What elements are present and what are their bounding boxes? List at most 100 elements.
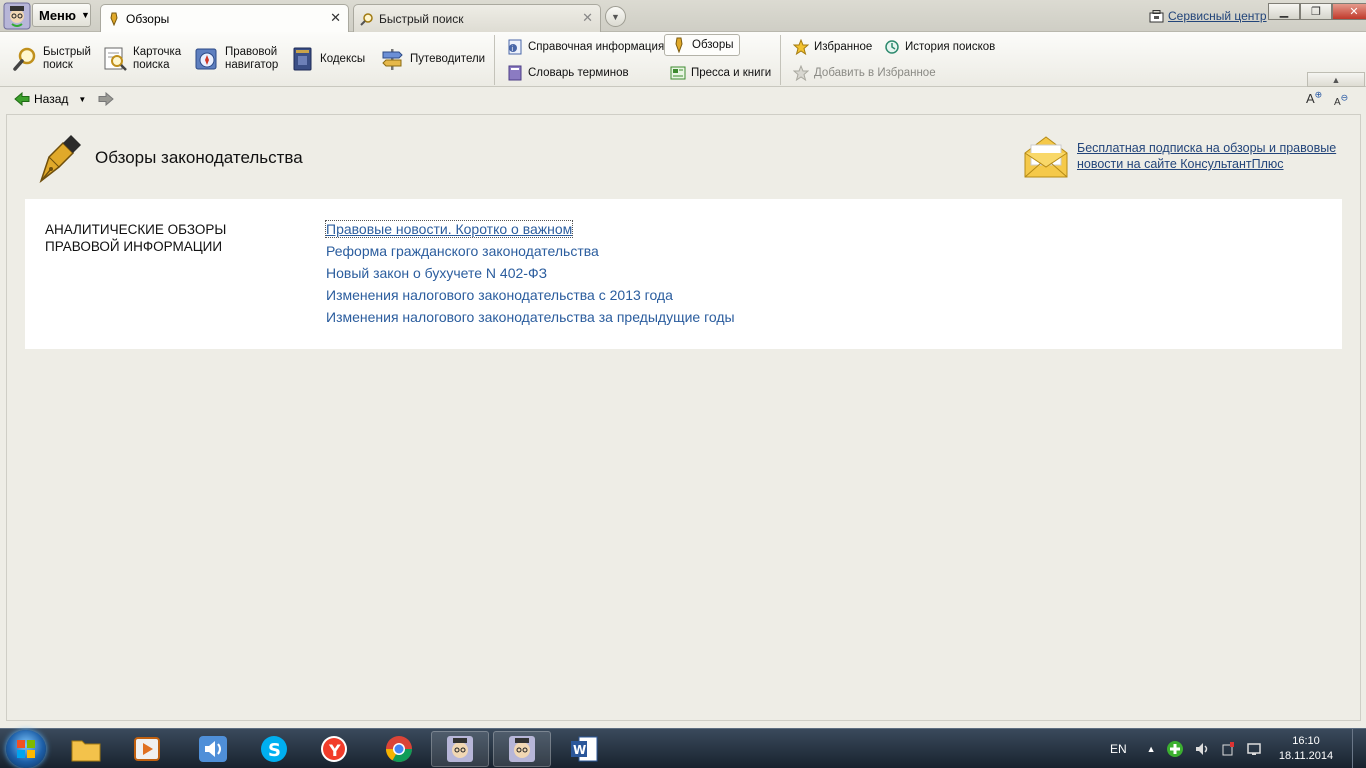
taskbar-media-player[interactable] xyxy=(118,731,176,767)
guides-button[interactable]: Путеводители xyxy=(379,46,485,72)
compass-icon xyxy=(195,48,217,70)
code-book-icon xyxy=(293,47,312,71)
toolbar-separator xyxy=(780,35,781,85)
list-item: Изменения налогового законодательства за… xyxy=(326,309,735,331)
reference-info-button[interactable]: i Справочная информация xyxy=(507,39,664,55)
section-label: АНАЛИТИЧЕСКИЕ ОБЗОРЫ ПРАВОВОЙ ИНФОРМАЦИИ xyxy=(45,222,227,254)
envelope-icon[interactable] xyxy=(1023,133,1069,179)
minimize-button[interactable]: ▁ xyxy=(1268,3,1300,20)
taskbar-word[interactable]: W xyxy=(555,731,613,767)
toolbar-label: Пресса и книги xyxy=(691,66,772,79)
review-link-tax-previous[interactable]: Изменения налогового законодательства за… xyxy=(326,309,735,325)
chevron-down-icon: ▼ xyxy=(81,10,90,20)
start-button[interactable] xyxy=(6,730,46,768)
toolbar-label: Кодексы xyxy=(320,52,366,65)
taskbar-volume-app[interactable] xyxy=(184,731,242,767)
toolbar-label: История поисков xyxy=(905,40,996,53)
clock-time: 16:10 xyxy=(1292,735,1320,747)
service-center-label: Сервисный центр xyxy=(1168,9,1267,23)
font-decrease-icon: A⊖ xyxy=(1334,93,1349,109)
favorites-button[interactable]: Избранное xyxy=(793,39,872,55)
show-desktop-button[interactable] xyxy=(1352,729,1366,768)
toolbar-label: Добавить в Избранное xyxy=(814,66,936,79)
action-center-icon[interactable] xyxy=(1246,741,1262,757)
toolbar-label: Избранное xyxy=(814,40,873,53)
list-item: Правовые новости. Коротко о важном xyxy=(324,220,735,243)
list-item: Новый закон о бухучете N 402-ФЗ xyxy=(326,265,735,287)
legal-navigator-button[interactable]: Правовой навигатор xyxy=(194,46,285,72)
navigation-row: Назад ▼ A⊕ A⊖ xyxy=(0,87,1366,113)
glossary-button[interactable]: Словарь терминов xyxy=(507,65,629,81)
subscription-link[interactable]: Бесплатная подписка на обзоры и правовые… xyxy=(1077,140,1347,172)
chrome-icon xyxy=(385,736,413,763)
review-link-legal-news[interactable]: Правовые новости. Коротко о важном xyxy=(324,220,574,238)
network-icon[interactable] xyxy=(1220,741,1236,757)
windows-taskbar: S Y W EN ▲ 16:10 18.11.2014 xyxy=(0,728,1366,768)
service-center-link[interactable]: Сервисный центр xyxy=(1149,9,1267,23)
increase-font-button[interactable]: A⊕ xyxy=(1306,90,1326,108)
minimize-icon: ▁ xyxy=(1279,6,1289,18)
press-books-button[interactable]: Пресса и книги xyxy=(670,65,771,81)
windows-logo-icon xyxy=(17,740,35,758)
show-hidden-icons-icon[interactable]: ▲ xyxy=(1147,744,1156,754)
consultant-plus-logo-icon[interactable] xyxy=(3,2,31,30)
decrease-font-button[interactable]: A⊖ xyxy=(1334,90,1354,108)
close-icon[interactable]: ✕ xyxy=(330,10,341,26)
maximize-button[interactable]: ❐ xyxy=(1300,3,1332,20)
close-window-button[interactable]: ✕ xyxy=(1332,3,1366,20)
close-icon: ✕ xyxy=(1349,6,1359,18)
green-plus-icon[interactable] xyxy=(1166,740,1184,758)
taskbar-yandex-browser[interactable]: Y xyxy=(305,731,363,767)
reference-book-icon: i xyxy=(508,39,522,55)
quick-search-button[interactable]: Быстрый поиск xyxy=(12,46,93,72)
taskbar-consultant-plus-1[interactable] xyxy=(431,731,489,767)
add-star-icon xyxy=(793,65,809,81)
star-icon xyxy=(793,39,809,55)
taskbar-chrome[interactable] xyxy=(370,731,428,767)
toolbar-label: Быстрый поиск xyxy=(43,46,91,71)
volume-icon[interactable] xyxy=(1194,741,1210,757)
arrow-left-icon xyxy=(14,92,30,106)
review-link-accounting-law[interactable]: Новый закон о бухучете N 402-ФЗ xyxy=(326,265,547,281)
main-toolbar: Быстрый поиск Карточка поиска Правовой н… xyxy=(0,32,1366,87)
search-card-icon xyxy=(104,47,127,71)
pen-nib-icon xyxy=(110,12,118,26)
tab-reviews[interactable]: Обзоры ✕ xyxy=(100,4,349,32)
pen-nib-icon xyxy=(675,37,683,53)
toolbar-separator xyxy=(494,35,495,85)
language-indicator[interactable]: EN xyxy=(1110,742,1127,756)
review-link-tax-2013[interactable]: Изменения налогового законодательства с … xyxy=(326,287,673,303)
word-icon: W xyxy=(571,736,598,762)
svg-text:W: W xyxy=(573,743,586,757)
back-button[interactable]: Назад ▼ xyxy=(14,92,115,106)
system-clock[interactable]: 16:10 18.11.2014 xyxy=(1276,734,1336,764)
close-icon[interactable]: ✕ xyxy=(582,10,593,26)
media-player-icon xyxy=(134,737,160,761)
chevron-down-icon[interactable]: ▼ xyxy=(78,95,86,104)
codes-button[interactable]: Кодексы xyxy=(291,46,365,72)
svg-text:S: S xyxy=(268,740,281,761)
search-card-button[interactable]: Карточка поиска xyxy=(102,46,188,72)
fountain-pen-icon xyxy=(39,135,81,183)
back-label: Назад xyxy=(34,92,69,106)
menu-button[interactable]: Меню ▼ xyxy=(32,3,91,27)
newspaper-icon xyxy=(670,66,686,80)
review-link-civil-reform[interactable]: Реформа гражданского законодательства xyxy=(326,243,599,259)
page-title: Обзоры законодательства xyxy=(95,148,303,167)
taskbar-skype[interactable]: S xyxy=(245,731,303,767)
tab-list-dropdown[interactable]: ▼ xyxy=(605,6,626,27)
clock-date: 18.11.2014 xyxy=(1278,750,1334,762)
main-panel: Обзоры законодательства Бесплатная подпи… xyxy=(6,114,1361,721)
signpost-icon xyxy=(382,49,403,70)
taskbar-consultant-plus-2[interactable] xyxy=(493,731,551,767)
add-to-favorites-button[interactable]: Добавить в Избранное xyxy=(793,65,936,81)
speaker-icon xyxy=(199,736,227,762)
reviews-button[interactable]: Обзоры xyxy=(664,34,741,56)
arrow-right-icon[interactable] xyxy=(98,92,115,106)
tab-quick-search[interactable]: Быстрый поиск ✕ xyxy=(353,4,601,32)
chevron-down-icon: ▼ xyxy=(611,11,620,22)
collapse-toolbar-button[interactable]: ▲ xyxy=(1307,72,1365,87)
consultant-plus-icon xyxy=(509,736,535,762)
taskbar-explorer[interactable] xyxy=(57,731,115,767)
search-history-button[interactable]: История поисков xyxy=(884,39,995,55)
